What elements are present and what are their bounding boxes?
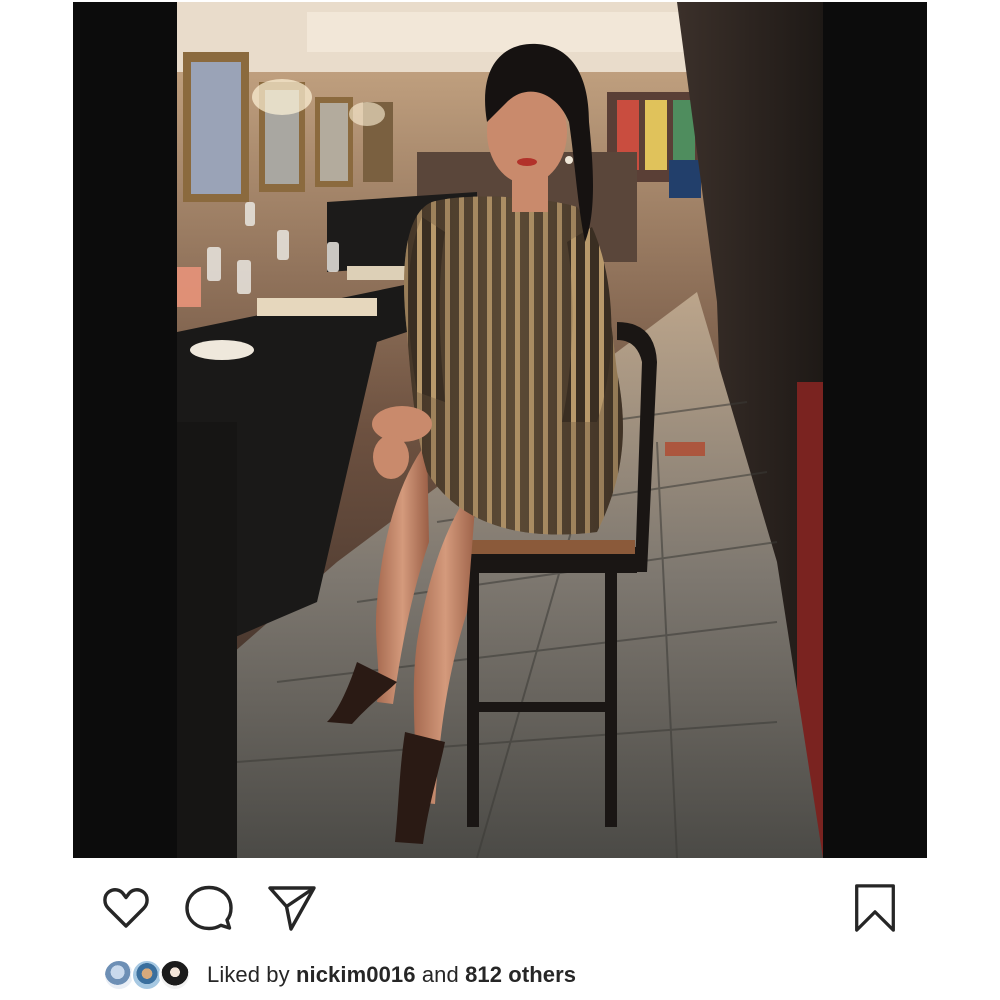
share-button[interactable]: [266, 882, 318, 934]
liked-by-conjunction: and: [421, 962, 459, 987]
liker-username-link[interactable]: nickim0016: [296, 962, 416, 987]
paper-plane-icon: [268, 886, 316, 931]
liker-avatars[interactable]: [103, 957, 199, 993]
restaurant-photo: [177, 2, 823, 858]
post-action-bar: [0, 870, 1000, 940]
post-media[interactable]: [73, 2, 927, 858]
like-button[interactable]: [100, 882, 152, 934]
bookmark-outline-icon: [855, 884, 895, 932]
avatar[interactable]: [159, 959, 191, 991]
comment-button[interactable]: [183, 882, 235, 934]
heart-outline-icon: [103, 888, 149, 928]
liked-by-prefix: Liked by: [207, 962, 290, 987]
liked-by-text: Liked by nickim0016 and 812 others: [207, 962, 576, 988]
save-button[interactable]: [848, 882, 902, 934]
others-count-link[interactable]: 812 others: [465, 962, 576, 987]
likes-summary: Liked by nickim0016 and 812 others: [103, 955, 576, 995]
post-photo[interactable]: [177, 2, 823, 858]
comment-bubble-icon: [185, 885, 233, 931]
